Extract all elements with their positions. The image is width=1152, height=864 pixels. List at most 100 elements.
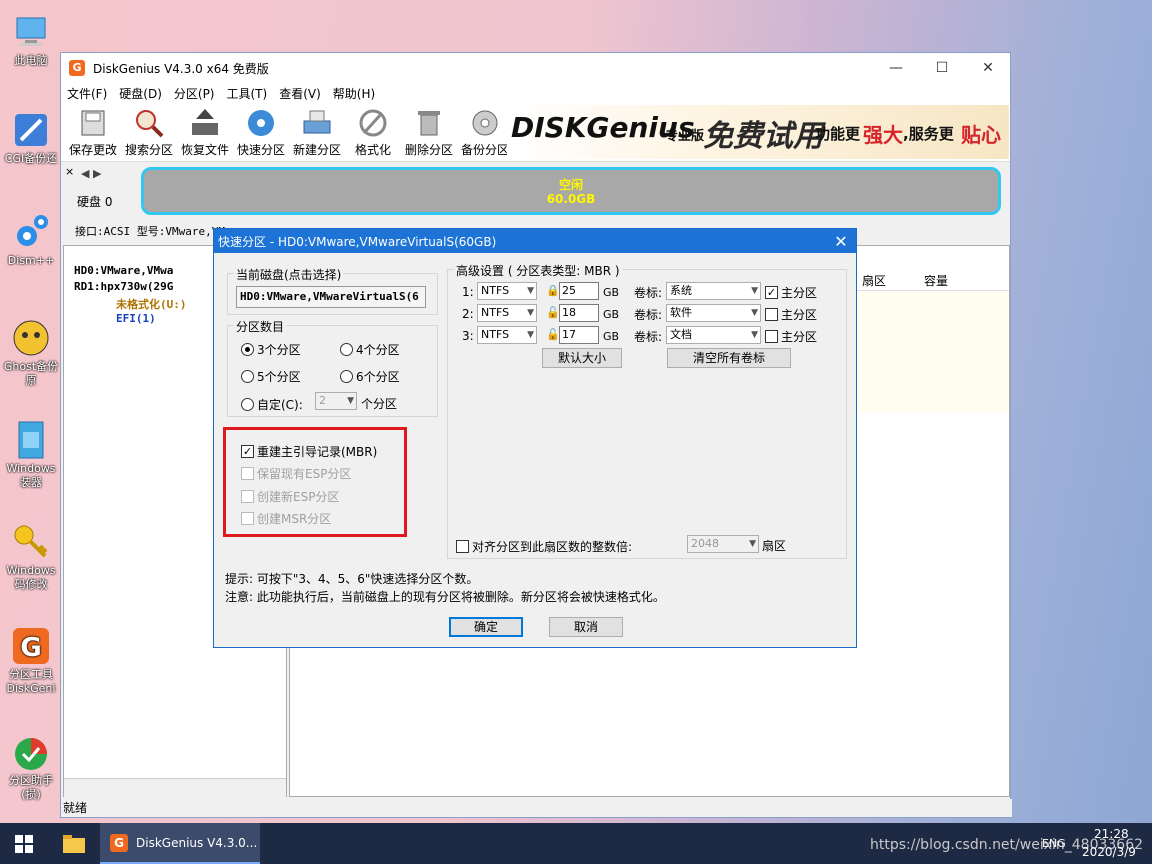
row-1-primary-checkbox[interactable]: ✓ 主分区 <box>765 284 817 301</box>
create-msr-checkbox[interactable]: 创建MSR分区 <box>241 510 331 527</box>
row-2-volume-select[interactable]: 软件 ▼ <box>666 304 761 322</box>
desktop-icon-ghost[interactable]: Ghost备份原 <box>2 318 60 388</box>
align-partition-checkbox[interactable]: 对齐分区到此扇区数的整数倍: <box>456 538 632 555</box>
radio-6-partitions[interactable]: 6个分区 <box>340 368 400 385</box>
menu-file[interactable]: 文件(F) <box>61 85 113 102</box>
row-3-size-input[interactable]: 17 <box>559 326 599 344</box>
desktop-icon-windows-password[interactable]: Windows码修改 <box>2 522 60 592</box>
keep-esp-checkbox[interactable]: 保留现有ESP分区 <box>241 465 351 482</box>
row-1-volume-select[interactable]: 系统 ▼ <box>666 282 761 300</box>
desktop-icon-cgi[interactable]: CGI备份还 <box>2 110 60 166</box>
row-3-primary-checkbox[interactable]: 主分区 <box>765 328 817 345</box>
menu-help[interactable]: 帮助(H) <box>327 85 381 102</box>
delete-partition-button[interactable]: 删除分区 <box>403 107 455 158</box>
diskgenius-icon: G <box>11 626 51 666</box>
promo-banner[interactable]: DISKGenius 专业版 免费试用 功能更 强大 ,服务更 贴心 <box>507 105 1009 159</box>
banner-slogan-b: 强大 <box>863 123 903 147</box>
toolbar-label: 备份分区 <box>460 143 509 157</box>
file-explorer-button[interactable] <box>52 823 96 864</box>
desktop-icon-dism[interactable]: Dism++ <box>2 212 60 268</box>
language-indicator[interactable]: ENG <box>1042 837 1066 850</box>
ghost-icon <box>11 318 51 358</box>
save-changes-button[interactable]: 保存更改 <box>67 107 119 158</box>
windows-logo-icon <box>15 834 33 853</box>
partition-assistant-icon <box>11 732 51 772</box>
close-panel-icon[interactable]: × <box>65 165 74 178</box>
new-partition-button[interactable]: 新建分区 <box>291 107 343 158</box>
recover-icon <box>188 107 222 139</box>
unlock-icon[interactable]: 🔓 <box>546 306 560 319</box>
disk-free-text: 空闲 <box>558 178 583 192</box>
disk-free-bar[interactable]: 空闲 60.0GB <box>141 167 1001 215</box>
taskbar: G DiskGenius V4.3.0... https://blog.csdn… <box>0 823 1152 864</box>
search-partition-button[interactable]: 搜索分区 <box>123 107 175 158</box>
window-title: DiskGenius V4.3.0 x64 免费版 <box>93 61 269 76</box>
toolbar-label: 搜索分区 <box>124 143 173 157</box>
key-icon <box>11 522 51 562</box>
tree-item-efi[interactable]: EFI(1) <box>116 312 156 325</box>
row-2-primary-checkbox[interactable]: 主分区 <box>765 306 817 323</box>
row-3-fs-select[interactable]: NTFS ▼ <box>477 326 537 344</box>
lock-icon[interactable]: 🔒 <box>546 284 560 297</box>
cancel-button[interactable]: 取消 <box>549 617 623 637</box>
backup-icon <box>468 107 502 139</box>
diskgenius-taskbar-icon: G <box>110 833 128 852</box>
radio-3-partitions[interactable]: 3个分区 <box>241 341 301 358</box>
close-button[interactable]: ✕ <box>965 53 1011 83</box>
backup-partition-button[interactable]: 备份分区 <box>459 107 511 158</box>
menu-disk[interactable]: 硬盘(D) <box>113 85 168 102</box>
menu-tools[interactable]: 工具(T) <box>221 85 274 102</box>
clock-time[interactable]: 21:28 <box>1094 827 1129 841</box>
radio-4-partitions[interactable]: 4个分区 <box>340 341 400 358</box>
rebuild-mbr-checkbox[interactable]: ✓ 重建主引导记录(MBR) <box>241 443 377 460</box>
desktop-icon-windows-installer[interactable]: Windows装器 <box>2 420 60 490</box>
unlock-icon[interactable]: 🔓 <box>546 328 560 341</box>
desktop-icon-label: Windows码修改 <box>6 564 56 591</box>
horizontal-scrollbar[interactable] <box>64 778 286 797</box>
row-1-size-input[interactable]: 25 <box>559 282 599 300</box>
ok-button[interactable]: 确定 <box>449 617 523 637</box>
tree-item-unformatted[interactable]: 未格式化(U:) <box>116 296 187 312</box>
row-1-fs-select[interactable]: NTFS ▼ <box>477 282 537 300</box>
minimize-button[interactable]: — <box>873 53 919 83</box>
quick-partition-dialog: 快速分区 - HD0:VMware,VMwareVirtualS(60GB) ✕… <box>213 228 857 648</box>
start-button[interactable] <box>0 823 48 864</box>
align-sectors-select[interactable]: 2048 ▼ <box>687 535 759 553</box>
recover-files-button[interactable]: 恢复文件 <box>179 107 231 158</box>
advanced-settings-label: 高级设置 ( 分区表类型: MBR ) <box>454 262 622 279</box>
desktop-icon-partition-assistant[interactable]: 分区助手(损) <box>2 732 60 802</box>
tree-item-hd0[interactable]: HD0:VMware,VMwa <box>74 264 173 277</box>
create-esp-checkbox[interactable]: 创建新ESP分区 <box>241 488 339 505</box>
dialog-close-button[interactable]: ✕ <box>826 229 856 253</box>
disk-free-size: 60.0GB <box>546 192 596 206</box>
radio-custom[interactable]: 自定(C): <box>241 396 303 413</box>
menu-view[interactable]: 查看(V) <box>273 85 327 102</box>
quick-partition-button[interactable]: 快速分区 <box>235 107 287 158</box>
maximize-button[interactable]: ☐ <box>919 53 965 83</box>
col-capacity[interactable]: 容量 <box>924 272 948 289</box>
clear-labels-button[interactable]: 清空所有卷标 <box>667 348 791 368</box>
current-disk-selector[interactable]: HD0:VMware,VMwareVirtualS(6 <box>236 286 426 308</box>
custom-count-select[interactable]: 2 ▼ <box>315 392 357 410</box>
desktop-icon-label: 分区助手(损) <box>9 774 53 801</box>
tree-item-rd1[interactable]: RD1:hpx730w(29G <box>74 280 173 293</box>
disk-nav-arrows-icon[interactable]: ◀ ▶ <box>81 167 101 180</box>
row-2-fs-select[interactable]: NTFS ▼ <box>477 304 537 322</box>
format-button[interactable]: 格式化 <box>347 107 399 158</box>
taskbar-app-diskgenius[interactable]: G DiskGenius V4.3.0... <box>100 823 260 864</box>
default-size-button[interactable]: 默认大小 <box>542 348 622 368</box>
row-3-volume-select[interactable]: 文档 ▼ <box>666 326 761 344</box>
col-sectors[interactable]: 扇区 <box>862 272 886 289</box>
toolbar-label: 恢复文件 <box>180 143 229 157</box>
menu-partition[interactable]: 分区(P) <box>168 85 221 102</box>
desktop-icon-diskgenius[interactable]: G 分区工具DiskGeni <box>2 626 60 696</box>
clock-date[interactable]: 2020/3/9 <box>1082 845 1136 859</box>
row-2-number: 2: <box>462 307 474 321</box>
row-2-size-input[interactable]: 18 <box>559 304 599 322</box>
desktop-icon-label: 此电脑 <box>14 54 48 67</box>
desktop-icon-this-pc[interactable]: 此电脑 <box>2 12 60 68</box>
radio-5-partitions[interactable]: 5个分区 <box>241 368 301 385</box>
current-disk-label: 当前磁盘(点击选择) <box>234 266 344 283</box>
dialog-title: 快速分区 - HD0:VMware,VMwareVirtualS(60GB) <box>218 234 497 249</box>
folder-icon <box>63 834 85 853</box>
